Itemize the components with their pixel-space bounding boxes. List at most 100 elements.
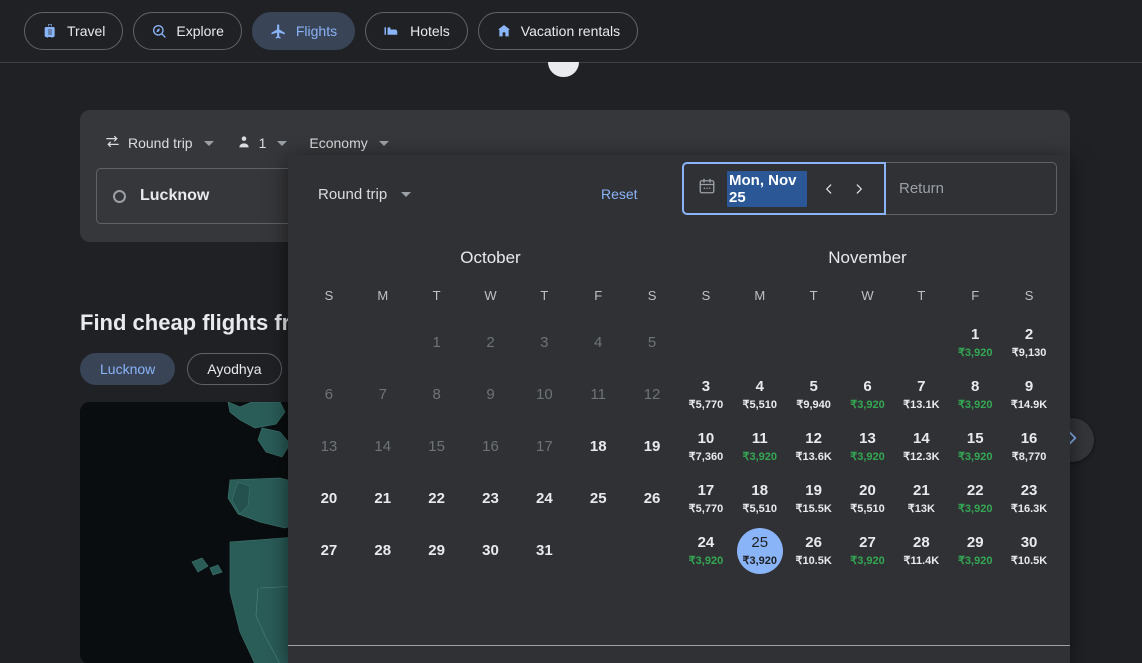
next-month-button[interactable] bbox=[848, 178, 870, 200]
calendar-day[interactable]: 28 ₹11.4K bbox=[894, 525, 948, 577]
calendar-day[interactable]: 26 ₹10.5K bbox=[787, 525, 841, 577]
calendar-day[interactable]: 26 bbox=[625, 473, 679, 525]
calendar-day-inner: 16 ₹8,770 bbox=[1012, 431, 1047, 463]
nav-chip-vacation-rentals[interactable]: Vacation rentals bbox=[477, 12, 639, 50]
cabin-class-selector[interactable]: Economy bbox=[301, 129, 396, 157]
day-of-week-header: T bbox=[917, 288, 926, 303]
calendar-day-inner: 22 ₹3,920 bbox=[958, 483, 993, 515]
nav-chip-flights[interactable]: Flights bbox=[251, 12, 356, 50]
calendar-day-number: 23 bbox=[1020, 482, 1038, 500]
reset-button[interactable]: Reset bbox=[601, 186, 638, 202]
calendar-day[interactable]: 22 bbox=[410, 473, 464, 525]
calendar-day-number: 6 bbox=[324, 385, 334, 403]
calendar-day[interactable]: 20 bbox=[302, 473, 356, 525]
calendar-day[interactable]: 30 bbox=[464, 525, 518, 577]
calendar-day-inner: 17 bbox=[536, 437, 553, 456]
calendar-day-inner: 28 ₹11.4K bbox=[903, 535, 939, 567]
calendar-day-number: 7 bbox=[378, 385, 387, 403]
calendar-day[interactable]: 1 ₹3,920 bbox=[948, 317, 1002, 369]
flight-icon bbox=[270, 23, 287, 40]
calendar-day[interactable]: 18 ₹5,510 bbox=[733, 473, 787, 525]
calendar-day-price: ₹9,130 bbox=[1011, 346, 1047, 359]
calendar-day-number: 18 bbox=[589, 437, 607, 455]
calendar-day[interactable]: 11 ₹3,920 bbox=[733, 421, 787, 473]
calendar-day-number: 15 bbox=[966, 430, 984, 448]
calendar-day[interactable]: 29 bbox=[410, 525, 464, 577]
calendar-day-inner: 13 ₹3,920 bbox=[850, 431, 885, 463]
passengers-selector[interactable]: 1 bbox=[228, 128, 296, 159]
calendar-day[interactable]: 22 ₹3,920 bbox=[948, 473, 1002, 525]
calendar-day[interactable]: 16 ₹8,770 bbox=[1002, 421, 1056, 473]
departure-date-input[interactable]: Mon, Nov 25 bbox=[682, 162, 886, 215]
calendar-day[interactable]: 13 ₹3,920 bbox=[841, 421, 895, 473]
calendar-day[interactable]: 5 ₹9,940 bbox=[787, 369, 841, 421]
calendar-day[interactable]: 28 bbox=[356, 525, 410, 577]
calendar-day[interactable]: 23 ₹16.3K bbox=[1002, 473, 1056, 525]
calendar-day[interactable]: 6 ₹3,920 bbox=[841, 369, 895, 421]
calendar-day-selected[interactable]: 25 ₹3,920 bbox=[733, 525, 787, 577]
calendar-day-inner: 19 bbox=[644, 438, 661, 456]
trip-type-selector[interactable]: Round trip bbox=[96, 127, 222, 159]
calendar-day-number: 12 bbox=[643, 385, 661, 403]
house-icon bbox=[496, 23, 512, 39]
calendar-day[interactable]: 21 bbox=[356, 473, 410, 525]
origin-circle-icon bbox=[113, 189, 126, 203]
calendar-day[interactable]: 10 ₹7,360 bbox=[679, 421, 733, 473]
calendar-day[interactable]: 31 bbox=[517, 525, 571, 577]
calendar-day-inner: 27 ₹3,920 bbox=[850, 535, 885, 567]
origin-chip-ayodhya[interactable]: Ayodhya bbox=[187, 353, 282, 385]
calendar-day[interactable]: 27 ₹3,920 bbox=[841, 525, 895, 577]
calendar-day-price: ₹5,510 bbox=[742, 398, 778, 411]
calendar-day[interactable]: 12 ₹13.6K bbox=[787, 421, 841, 473]
calendar-day[interactable]: 8 ₹3,920 bbox=[948, 369, 1002, 421]
calendar-day[interactable]: 24 ₹3,920 bbox=[679, 525, 733, 577]
calendar-day[interactable]: 4 ₹5,510 bbox=[733, 369, 787, 421]
calendar-day-number: 4 bbox=[755, 378, 764, 396]
calendar-day-number: 5 bbox=[809, 378, 818, 396]
calendar-day[interactable]: 30 ₹10.5K bbox=[1002, 525, 1056, 577]
calendar-day[interactable]: 17 ₹5,770 bbox=[679, 473, 733, 525]
nav-chip-hotels[interactable]: Hotels bbox=[365, 12, 468, 50]
calendar-day-price: ₹5,770 bbox=[688, 502, 724, 515]
calendar-day[interactable]: 27 bbox=[302, 525, 356, 577]
calendar-day-inner: 21 bbox=[374, 489, 392, 508]
calendar-day[interactable]: 23 bbox=[464, 473, 518, 525]
nav-chip-explore[interactable]: Explore bbox=[133, 12, 242, 50]
calendar-empty-cell bbox=[302, 317, 356, 369]
calendar-day[interactable]: 19 ₹15.5K bbox=[787, 473, 841, 525]
calendar-day: 1 bbox=[410, 317, 464, 369]
calendar-day-inner: 30 bbox=[482, 542, 499, 560]
prev-month-button[interactable] bbox=[818, 178, 840, 200]
page-title: Find cheap flights from bbox=[80, 310, 324, 335]
date-picker-trip-type-selector[interactable]: Round trip bbox=[318, 186, 412, 203]
calendar-day[interactable]: 18 bbox=[571, 421, 625, 473]
calendar-day-inner: 20 ₹5,510 bbox=[850, 483, 885, 515]
calendar-day[interactable]: 2 ₹9,130 bbox=[1002, 317, 1056, 369]
origin-value: Lucknow bbox=[140, 187, 210, 204]
origin-chip-lucknow[interactable]: Lucknow bbox=[80, 353, 176, 385]
calendar-day[interactable]: 15 ₹3,920 bbox=[948, 421, 1002, 473]
calendar-day[interactable]: 9 ₹14.9K bbox=[1002, 369, 1056, 421]
calendar-day-price: ₹5,510 bbox=[742, 502, 778, 515]
calendar-day[interactable]: 20 ₹5,510 bbox=[841, 473, 895, 525]
calendar-day: 4 bbox=[571, 317, 625, 369]
calendar-day[interactable]: 21 ₹13K bbox=[894, 473, 948, 525]
calendar-day-inner: 30 ₹10.5K bbox=[1011, 535, 1047, 567]
calendar-day-number: 21 bbox=[374, 489, 392, 507]
return-date-input[interactable]: Return bbox=[885, 162, 1057, 215]
calendar-day[interactable]: 14 ₹12.3K bbox=[894, 421, 948, 473]
calendar-day[interactable]: 25 bbox=[571, 473, 625, 525]
calendar-day[interactable]: 24 bbox=[517, 473, 571, 525]
calendar-day-number: 22 bbox=[428, 489, 445, 507]
calendar-empty-cell bbox=[787, 317, 841, 369]
calendar-day[interactable]: 19 bbox=[625, 421, 679, 473]
calendar-day[interactable]: 7 ₹13.1K bbox=[894, 369, 948, 421]
calendar-day-price: ₹3,920 bbox=[957, 346, 993, 359]
calendar-day-number: 17 bbox=[536, 437, 553, 455]
nav-chip-label: Hotels bbox=[410, 23, 450, 39]
calendar-day[interactable]: 29 ₹3,920 bbox=[948, 525, 1002, 577]
calendar-day-inner: 9 ₹14.9K bbox=[1011, 379, 1047, 411]
nav-chip-travel[interactable]: Travel bbox=[24, 12, 124, 50]
calendar-day[interactable]: 3 ₹5,770 bbox=[679, 369, 733, 421]
day-of-week-header: W bbox=[484, 288, 497, 303]
